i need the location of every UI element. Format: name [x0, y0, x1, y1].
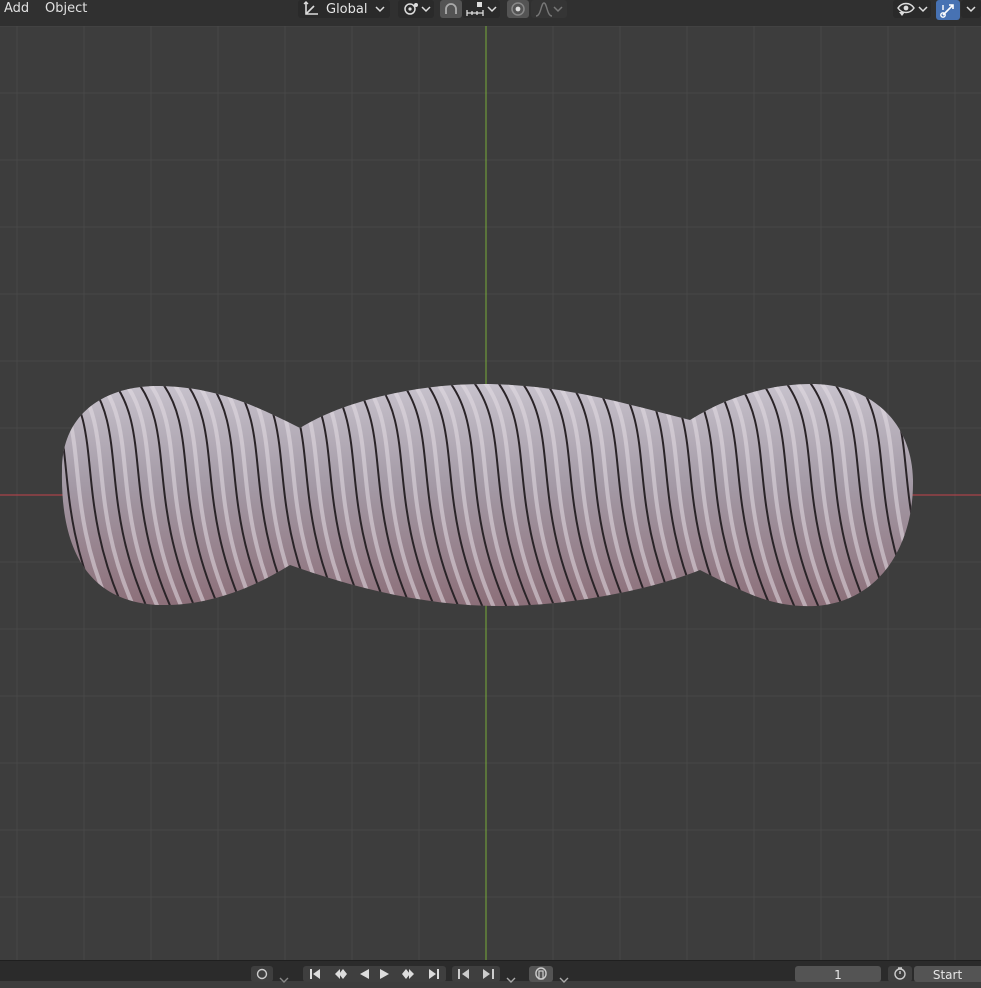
- chevron-down-icon: [559, 969, 569, 988]
- menu-add[interactable]: Add: [2, 0, 31, 18]
- viewport-header: Add Object Global: [0, 0, 981, 26]
- marker-controls: [452, 966, 500, 982]
- 3d-viewport[interactable]: [0, 26, 981, 960]
- object-visibility-dropdown[interactable]: [893, 0, 931, 18]
- start-frame-field[interactable]: Start: [914, 966, 981, 982]
- pivot-point-dropdown[interactable]: [398, 0, 434, 18]
- snap-toggle[interactable]: [440, 0, 462, 18]
- snap-icon: [443, 1, 459, 17]
- chevron-down-icon: [487, 5, 497, 13]
- viewport-canvas: [0, 26, 981, 960]
- transform-orientation-dropdown[interactable]: Global: [298, 0, 390, 18]
- snap-increment-icon: [465, 1, 487, 17]
- chevron-down-icon: [506, 969, 516, 988]
- proportional-editing-toggle[interactable]: [507, 0, 529, 18]
- pivot-point-icon: [401, 1, 421, 17]
- gizmo-toggle[interactable]: [936, 0, 960, 20]
- gizmo-dropdown[interactable]: [961, 0, 981, 18]
- use-preview-range-button[interactable]: [888, 966, 912, 982]
- twisted-mesh-object[interactable]: [0, 380, 981, 610]
- visibility-icon: [896, 1, 918, 17]
- falloff-dropdown[interactable]: [531, 0, 567, 18]
- chevron-down-icon: [966, 5, 976, 13]
- transform-orientation-icon: [302, 0, 320, 18]
- menu-object[interactable]: Object: [43, 0, 89, 18]
- chevron-down-icon: [421, 5, 431, 13]
- timeline-header: 1 Start: [0, 960, 981, 983]
- gizmo-icon: [939, 1, 957, 19]
- auto-key-button[interactable]: [529, 966, 553, 982]
- keying-button[interactable]: [251, 966, 273, 982]
- proportional-editing-icon: [510, 1, 526, 17]
- playback-controls: [303, 966, 446, 982]
- chevron-down-icon: [918, 5, 928, 13]
- chevron-down-icon: [553, 5, 563, 13]
- chevron-down-icon: [375, 5, 386, 13]
- chevron-down-icon: [279, 969, 289, 988]
- transform-orientation-label: Global: [326, 1, 368, 17]
- snap-target-dropdown[interactable]: [462, 0, 500, 18]
- falloff-curve-icon: [535, 1, 553, 17]
- current-frame-field[interactable]: 1: [795, 966, 881, 982]
